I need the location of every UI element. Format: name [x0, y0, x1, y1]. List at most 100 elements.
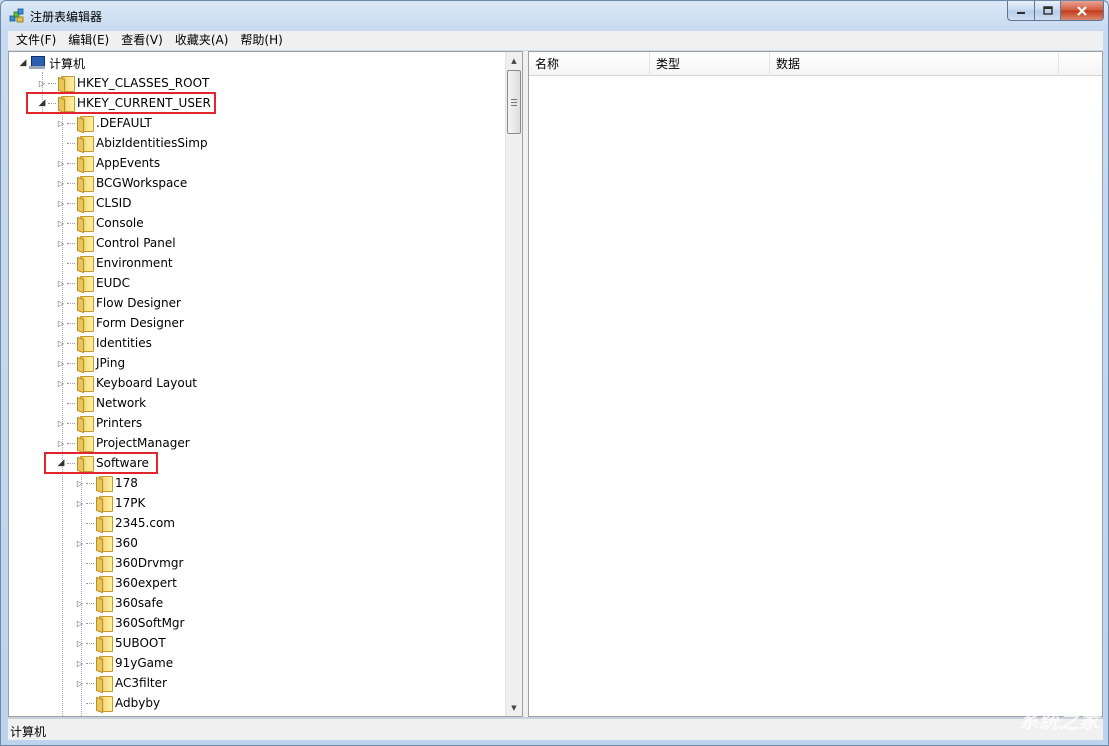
- tree-node-hkcu-child[interactable]: ▷ ProjectManager: [56, 433, 190, 453]
- tree-node-hkcu-child[interactable]: ▷ EUDC: [56, 273, 130, 293]
- expand-arrow-icon[interactable]: ▷: [75, 633, 85, 653]
- menu-file[interactable]: 文件(F): [10, 31, 62, 50]
- expand-arrow-icon[interactable]: ▷: [56, 213, 66, 233]
- expand-arrow-icon[interactable]: ▷: [56, 273, 66, 293]
- tree-node-label: Identities: [96, 336, 152, 350]
- tree-node-software-child[interactable]: ▷ 178: [75, 473, 138, 493]
- tree-node-hkcr[interactable]: ▷ HKEY_CLASSES_ROOT: [37, 73, 209, 93]
- tree-node-label: Printers: [96, 416, 143, 430]
- folder-icon: [76, 276, 94, 292]
- folder-icon: [76, 196, 94, 212]
- tree-node-hkcu-child[interactable]: Environment: [56, 253, 173, 273]
- tree-node-label: Flow Designer: [96, 296, 181, 310]
- title-bar[interactable]: 注册表编辑器: [1, 1, 1108, 31]
- tree-node-software-child[interactable]: ▷ 360: [75, 533, 138, 553]
- tree-node-hkcu-child[interactable]: ▷ Console: [56, 213, 144, 233]
- tree-node-computer[interactable]: ◢ 计算机: [18, 53, 85, 73]
- expand-arrow-icon[interactable]: ▷: [56, 153, 66, 173]
- tree-node-hkcu-child[interactable]: ▷ Printers: [56, 413, 142, 433]
- column-header-data[interactable]: 数据: [770, 52, 1059, 76]
- watermark-logo: 系统之家: [1019, 709, 1099, 733]
- expand-arrow-icon[interactable]: ▷: [75, 653, 85, 673]
- tree-node-hkcu-child[interactable]: ▷ Form Designer: [56, 313, 184, 333]
- folder-icon: [95, 556, 113, 572]
- tree-node-hkcu-child[interactable]: ▷ Control Panel: [56, 233, 176, 253]
- column-header-type[interactable]: 类型: [650, 52, 770, 76]
- tree-node-hkcu-child[interactable]: ▷ JPing: [56, 353, 125, 373]
- folder-icon: [76, 436, 94, 452]
- tree-node-hkcu-child[interactable]: ▷ AppEvents: [56, 153, 160, 173]
- minimize-button[interactable]: [1007, 1, 1034, 21]
- collapse-arrow-icon[interactable]: ◢: [18, 53, 28, 73]
- close-button[interactable]: [1060, 1, 1104, 21]
- highlight-box-hkcu: [26, 92, 216, 114]
- expand-arrow-icon[interactable]: ▷: [56, 373, 66, 393]
- expand-arrow-icon[interactable]: ▷: [56, 193, 66, 213]
- tree-node-hkcu-child[interactable]: Network: [56, 393, 146, 413]
- menu-favorites[interactable]: 收藏夹(A): [169, 31, 235, 50]
- expand-arrow-icon[interactable]: ▷: [56, 333, 66, 353]
- tree-connector: [86, 682, 94, 684]
- tree-node-software-child[interactable]: ▷ 360safe: [75, 593, 163, 613]
- expand-arrow-icon[interactable]: ▷: [75, 493, 85, 513]
- tree-node-software-child[interactable]: ▷ 360SoftMgr: [75, 613, 185, 633]
- tree-node-hkcu-child[interactable]: ▷ Identities: [56, 333, 152, 353]
- expand-arrow-icon[interactable]: ▷: [56, 173, 66, 193]
- expand-arrow-icon[interactable]: ▷: [56, 293, 66, 313]
- tree-node-hkcu-child[interactable]: ▷ Keyboard Layout: [56, 373, 197, 393]
- tree-node-software-child[interactable]: 360expert: [75, 573, 177, 593]
- expand-arrow-icon[interactable]: ▷: [75, 593, 85, 613]
- expand-arrow-icon[interactable]: ▷: [75, 473, 85, 493]
- tree-node-software-child[interactable]: ▷ 17PK: [75, 493, 145, 513]
- menu-help[interactable]: 帮助(H): [234, 31, 288, 50]
- scroll-down-arrow-icon[interactable]: ▼: [506, 699, 522, 716]
- scroll-up-arrow-icon[interactable]: ▲: [506, 52, 522, 69]
- tree-node-label: Console: [96, 216, 144, 230]
- folder-icon: [76, 316, 94, 332]
- tree-node-label: Adbyby: [115, 696, 161, 710]
- registry-tree-pane[interactable]: ◢ 计算机 ▷ HKEY_CLASSES_ROOT ◢ HKEY_CURRENT…: [8, 51, 523, 717]
- tree-node-hkcu-child[interactable]: ▷ CLSID: [56, 193, 131, 213]
- expand-arrow-icon[interactable]: ▷: [56, 233, 66, 253]
- expand-arrow-icon[interactable]: ▷: [56, 353, 66, 373]
- expand-arrow-icon[interactable]: ▷: [75, 533, 85, 553]
- tree-node-hkcu-child[interactable]: ▷ .DEFAULT: [56, 113, 152, 133]
- menu-bar: 文件(F) 编辑(E) 查看(V) 收藏夹(A) 帮助(H): [8, 31, 1103, 50]
- tree-node-label: Environment: [96, 256, 173, 270]
- tree-node-hkcu-child[interactable]: ▷ BCGWorkspace: [56, 173, 187, 193]
- menu-view[interactable]: 查看(V): [115, 31, 169, 50]
- expand-arrow-icon[interactable]: ▷: [56, 113, 66, 133]
- tree-node-label: 5UBOOT: [115, 636, 166, 650]
- tree-node-software-child[interactable]: 360Drvmgr: [75, 553, 183, 573]
- tree-node-label: 360expert: [115, 576, 177, 590]
- menu-edit[interactable]: 编辑(E): [62, 31, 115, 50]
- tree-connector: [67, 162, 75, 164]
- folder-icon: [76, 376, 94, 392]
- tree-node-hkcu-child[interactable]: ▷ Flow Designer: [56, 293, 181, 313]
- folder-icon: [95, 676, 113, 692]
- tree-node-software-child[interactable]: Adbyby: [75, 693, 160, 713]
- tree-node-software-child[interactable]: 2345.com: [75, 513, 175, 533]
- tree-node-hkcu-child[interactable]: AbizIdentitiesSimp: [56, 133, 208, 153]
- expand-arrow-icon[interactable]: ▷: [75, 673, 85, 693]
- expand-arrow-icon[interactable]: ▷: [37, 73, 47, 93]
- computer-icon: [29, 56, 45, 70]
- tree-connector: [86, 542, 94, 544]
- folder-icon: [76, 256, 94, 272]
- tree-node-label: AbizIdentitiesSimp: [96, 136, 208, 150]
- expand-arrow-icon[interactable]: ▷: [75, 613, 85, 633]
- expand-arrow-icon[interactable]: ▷: [56, 433, 66, 453]
- tree-node-software-child[interactable]: ▷ 91yGame: [75, 653, 173, 673]
- scroll-thumb[interactable]: [507, 70, 521, 134]
- maximize-button[interactable]: [1034, 1, 1060, 21]
- tree-node-software-child[interactable]: ▷ 5UBOOT: [75, 633, 166, 653]
- column-header-name[interactable]: 名称: [529, 52, 650, 76]
- tree-connector: [67, 282, 75, 284]
- expand-arrow-icon[interactable]: ▷: [56, 413, 66, 433]
- tree-vertical-scrollbar[interactable]: ▲ ▼: [505, 52, 522, 716]
- values-list-pane[interactable]: 名称 类型 数据: [528, 51, 1103, 717]
- tree-node-software-child[interactable]: ▷ AC3filter: [75, 673, 167, 693]
- tree-connector: [86, 662, 94, 664]
- expand-arrow-icon[interactable]: ▷: [56, 313, 66, 333]
- tree-node-label: 2345.com: [115, 516, 175, 530]
